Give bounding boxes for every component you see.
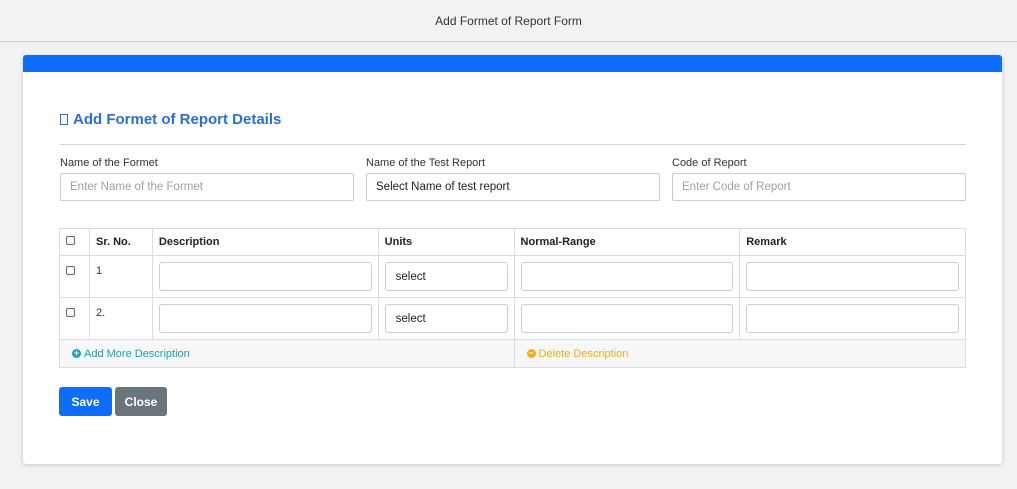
- row-sr-no: 1: [88, 255, 153, 298]
- remark-input[interactable]: [746, 304, 959, 333]
- description-cell: [151, 297, 379, 340]
- header-remark: Remark: [739, 228, 966, 256]
- normal-range-input[interactable]: [520, 304, 734, 333]
- document-icon: [60, 114, 68, 125]
- description-cell: [151, 255, 379, 298]
- header-units: Units: [377, 228, 515, 256]
- header-select-all: [59, 228, 90, 256]
- normal-range-input[interactable]: [520, 262, 734, 291]
- row-checkbox[interactable]: [66, 308, 75, 317]
- units-select[interactable]: select: [384, 262, 508, 291]
- add-more-description-link[interactable]: + Add More Description: [66, 348, 508, 360]
- plus-circle-icon: +: [72, 348, 81, 358]
- test-report-select[interactable]: [366, 173, 660, 201]
- units-select[interactable]: select: [384, 304, 508, 333]
- formet-name-label: Name of the Formet: [60, 157, 158, 169]
- table-footer-row: + Add More Description − Delete Descript…: [59, 339, 967, 368]
- description-input[interactable]: [158, 262, 372, 291]
- description-input[interactable]: [158, 304, 372, 333]
- report-code-input[interactable]: [672, 173, 966, 201]
- test-report-label: Name of the Test Report: [366, 157, 486, 169]
- description-table: Sr. No. Description Units Normal-Range R…: [59, 228, 967, 368]
- row-checkbox-cell: [59, 297, 90, 340]
- section-title-text: Add Formet of Report Details: [73, 111, 282, 128]
- header-sr-no: Sr. No.: [88, 228, 153, 256]
- delete-cell: − Delete Description: [513, 339, 967, 368]
- header-description: Description: [151, 228, 379, 256]
- formet-name-field: Name of the Formet: [60, 157, 354, 201]
- table-header-row: Sr. No. Description Units Normal-Range R…: [59, 228, 966, 256]
- header-normal-range: Normal-Range: [513, 228, 741, 256]
- table-row: 1 select: [59, 255, 966, 298]
- section-title: Add Formet of Report Details: [60, 111, 281, 128]
- save-button[interactable]: Save: [59, 387, 112, 416]
- close-button[interactable]: Close: [115, 387, 167, 416]
- divider: [60, 144, 966, 145]
- form-card: Add Formet of Report Details Name of the…: [23, 55, 1002, 464]
- row-checkbox-cell: [59, 255, 90, 298]
- table-row: 2. select: [59, 297, 966, 340]
- test-report-field: Name of the Test Report: [366, 157, 660, 201]
- range-cell: [513, 255, 741, 298]
- remark-cell: [739, 297, 966, 340]
- units-cell: select: [377, 297, 515, 340]
- row-checkbox[interactable]: [66, 266, 75, 275]
- minus-circle-icon: −: [526, 348, 536, 358]
- units-cell: select: [377, 255, 515, 298]
- page-title: Add Formet of Report Form: [435, 14, 582, 28]
- add-more-label: Add More Description: [84, 347, 190, 360]
- range-cell: [513, 297, 741, 340]
- select-all-checkbox[interactable]: [66, 236, 75, 245]
- report-code-field: Code of Report: [672, 157, 966, 201]
- remark-cell: [739, 255, 966, 298]
- delete-description-link[interactable]: − Delete Description: [521, 348, 959, 360]
- page-header: Add Formet of Report Form: [0, 0, 1017, 42]
- formet-name-input[interactable]: [60, 173, 354, 201]
- report-code-label: Code of Report: [672, 157, 747, 169]
- card-header-bar: [23, 55, 1002, 72]
- add-cell: + Add More Description: [59, 339, 515, 368]
- row-sr-no: 2.: [88, 297, 153, 340]
- delete-label: Delete Description: [538, 347, 629, 360]
- remark-input[interactable]: [746, 262, 959, 291]
